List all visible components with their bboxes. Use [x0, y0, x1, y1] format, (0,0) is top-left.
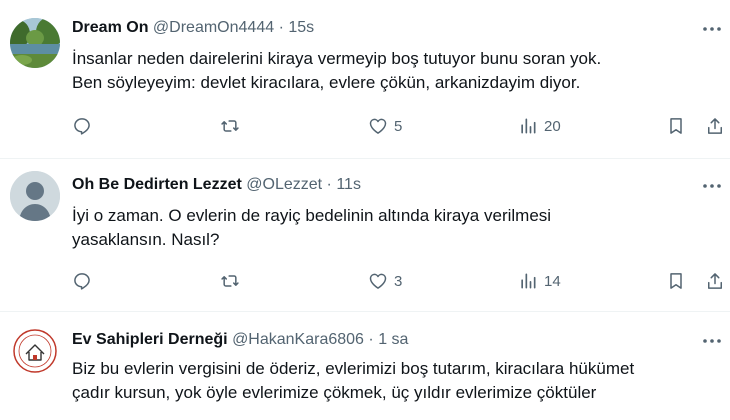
heart-icon [369, 273, 387, 289]
post-text: İyi o zaman. O evlerin de rayiç bedelini… [72, 204, 722, 252]
timestamp[interactable]: 11s [336, 176, 361, 193]
views-chart-icon [521, 118, 536, 134]
post-olezzet[interactable]: Oh Be Dedirten Lezzet @OLezzet · 11s İyi… [0, 159, 730, 311]
reply-icon [74, 118, 90, 135]
author-handle[interactable]: @DreamOn4444 [153, 19, 274, 36]
post-text: İnsanlar neden dairelerini kiraya vermey… [72, 47, 722, 95]
timestamp[interactable]: 15s [288, 19, 314, 36]
views-count: 20 [544, 117, 561, 135]
like-button[interactable]: 3 [368, 269, 402, 293]
more-icon [703, 339, 721, 343]
timestamp[interactable]: 1 sa [378, 331, 408, 348]
more-icon [703, 27, 721, 31]
reply-button[interactable] [72, 269, 92, 293]
views-chart-icon [521, 273, 536, 289]
bookmark-button[interactable] [666, 269, 686, 293]
share-icon [708, 273, 722, 289]
reply-button[interactable] [72, 114, 92, 138]
post-text-line: çadır kursun, yok öyle evlerimize çökmek… [72, 383, 597, 402]
author-handle[interactable]: @HakanKara6806 [232, 331, 364, 348]
views-button[interactable]: 14 [518, 269, 561, 293]
post-text-line: Biz bu evlerin vergisini de öderiz, evle… [72, 359, 635, 378]
association-seal-icon [10, 326, 60, 376]
views-button[interactable]: 20 [518, 114, 561, 138]
bookmark-icon [670, 273, 682, 289]
more-options-button[interactable] [701, 19, 723, 39]
heart-icon [369, 118, 387, 134]
post-text-line: Ben söyleyeyim: devlet kiracılara, evler… [72, 73, 581, 92]
default-user-icon [10, 171, 60, 221]
bookmark-icon [670, 118, 682, 134]
repost-icon [221, 275, 239, 287]
repost-icon [221, 120, 239, 132]
post-text-line: yasaklansın. Nasıl? [72, 230, 220, 249]
separator: · [326, 176, 332, 193]
more-options-button[interactable] [701, 176, 723, 196]
repost-button[interactable] [219, 114, 241, 138]
more-options-button[interactable] [701, 331, 723, 351]
author-name[interactable]: Ev Sahipleri Derneği [72, 331, 228, 348]
post-text-line: İyi o zaman. O evlerin de rayiç bedelini… [72, 206, 552, 225]
separator: · [278, 19, 284, 36]
avatar[interactable] [10, 18, 60, 68]
post-dreamon[interactable]: Dream On @DreamOn4444 · 15s İnsanlar ned… [0, 0, 730, 158]
author-name[interactable]: Oh Be Dedirten Lezzet [72, 176, 242, 193]
like-count: 3 [394, 272, 403, 290]
author-handle[interactable]: @OLezzet [246, 176, 322, 193]
more-icon [703, 184, 721, 188]
separator: · [368, 331, 374, 348]
post-evsahipleri[interactable]: Ev Sahipleri Derneği @HakanKara6806 · 1 … [0, 312, 730, 420]
bookmark-button[interactable] [666, 114, 686, 138]
views-count: 14 [544, 272, 561, 290]
post-text: Biz bu evlerin vergisini de öderiz, evle… [72, 357, 722, 405]
author-name[interactable]: Dream On [72, 19, 148, 36]
avatar[interactable] [10, 326, 60, 376]
share-button[interactable] [705, 114, 725, 138]
landscape-photo-icon [10, 18, 60, 68]
reply-icon [74, 273, 90, 290]
post-header: Ev Sahipleri Derneği @HakanKara6806 · 1 … [72, 330, 408, 350]
share-button[interactable] [705, 269, 725, 293]
avatar[interactable] [10, 171, 60, 221]
like-button[interactable]: 5 [368, 114, 402, 138]
post-text-line: İnsanlar neden dairelerini kiraya vermey… [72, 49, 602, 68]
post-header: Dream On @DreamOn4444 · 15s [72, 18, 314, 38]
repost-button[interactable] [219, 269, 241, 293]
share-icon [708, 118, 722, 134]
like-count: 5 [394, 117, 403, 135]
post-header: Oh Be Dedirten Lezzet @OLezzet · 11s [72, 175, 361, 195]
